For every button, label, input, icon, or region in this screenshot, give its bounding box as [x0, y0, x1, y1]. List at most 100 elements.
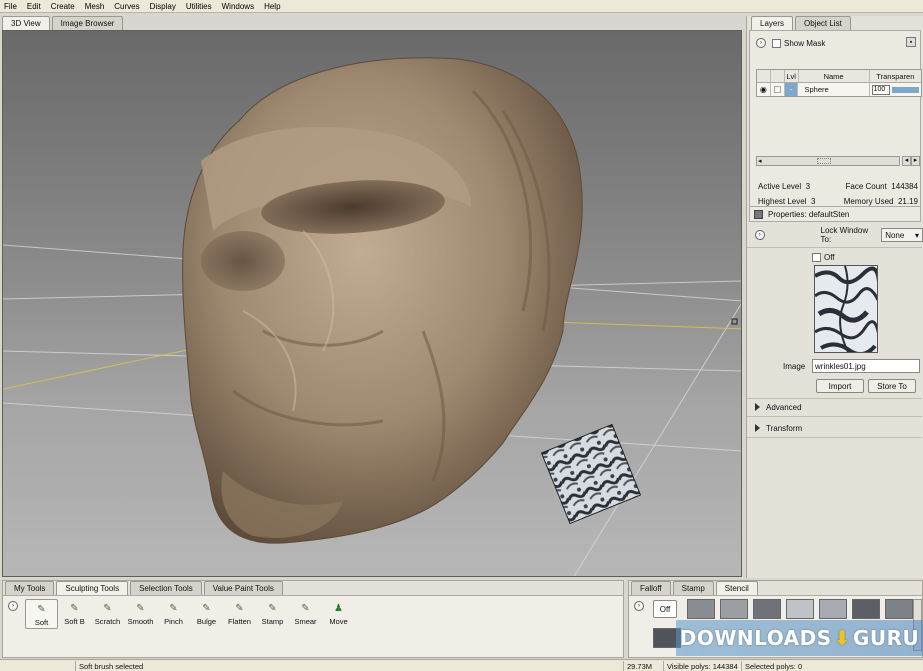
active-level-value: 3 — [805, 182, 811, 191]
tool-shelf: My Tools Sculpting Tools Selection Tools… — [2, 580, 624, 658]
right-panel: Layers Object List › Show Mask ▪ Lvl Nam… — [746, 16, 923, 578]
status-bar: Soft brush selected 29.73M Visible polys… — [0, 659, 923, 671]
tool-shelf-tabs: My Tools Sculpting Tools Selection Tools… — [3, 581, 623, 595]
expand-icon — [755, 403, 760, 411]
transparency-field[interactable]: 100 — [871, 84, 890, 95]
brush-icon: ✎ — [268, 603, 277, 614]
tool-bulge[interactable]: ✎ Bulge — [190, 599, 223, 629]
status-memory: 29.73M — [623, 661, 663, 671]
tool-move[interactable]: ♟ Move — [322, 599, 355, 629]
menu-file[interactable]: File — [4, 2, 17, 11]
tool-scratch[interactable]: ✎ Scratch — [91, 599, 124, 629]
menu-curves[interactable]: Curves — [114, 2, 139, 11]
tool-soft-b[interactable]: ✎ Soft B — [58, 599, 91, 629]
tool-smooth[interactable]: ✎ Smooth — [124, 599, 157, 629]
tool-smear[interactable]: ✎ Smear — [289, 599, 322, 629]
brush-icon: ✎ — [70, 603, 79, 614]
tab-selection-tools[interactable]: Selection Tools — [130, 581, 202, 595]
stencil-thumb[interactable] — [852, 599, 880, 619]
layers-scroll-arrows[interactable]: ◂ ▸ — [902, 156, 920, 166]
transparency-slider[interactable] — [891, 86, 919, 93]
show-mask-checkbox[interactable] — [772, 38, 781, 48]
menu-utilities[interactable]: Utilities — [186, 2, 212, 11]
tab-image-browser[interactable]: Image Browser — [51, 16, 124, 30]
tab-my-tools[interactable]: My Tools — [5, 581, 55, 595]
viewport-scene — [3, 57, 741, 576]
col-transparency[interactable]: Transparen — [870, 70, 921, 82]
stencil-thumb[interactable] — [819, 599, 847, 619]
menu-bar: File Edit Create Mesh Curves Display Uti… — [0, 0, 923, 13]
properties-options-button[interactable]: › — [755, 230, 765, 240]
show-mask-label: Show Mask — [784, 38, 826, 48]
advanced-label: Advanced — [766, 402, 802, 412]
menu-edit[interactable]: Edit — [27, 2, 41, 11]
viewport-tabs: 3D View Image Browser — [2, 16, 125, 30]
table-row[interactable]: ◉ - Sphere 100 — [757, 83, 921, 96]
brush-icon: ✎ — [202, 603, 211, 614]
download-arrow-icon: ⬇ — [833, 626, 851, 650]
tab-falloff[interactable]: Falloff — [631, 581, 671, 595]
tool-pinch[interactable]: ✎ Pinch — [157, 599, 190, 629]
layers-panel: › Show Mask ▪ Lvl Name Transparen ◉ - Sp… — [749, 30, 922, 213]
stencil-thumb[interactable] — [885, 599, 913, 619]
col-lvl[interactable]: Lvl — [785, 70, 799, 82]
stencil-off-checkbox[interactable] — [812, 253, 821, 262]
brush-icon: ✎ — [136, 603, 145, 614]
eye-icon[interactable]: ◉ — [757, 83, 771, 96]
memory-used-value: 21.19 — [897, 197, 918, 206]
lock-icon[interactable]: ▪ — [906, 37, 916, 47]
tab-stencil[interactable]: Stencil — [715, 581, 758, 595]
status-visible-polys: Visible polys: 144384 — [663, 661, 741, 671]
import-button[interactable]: Import — [816, 379, 864, 393]
menu-create[interactable]: Create — [51, 2, 75, 11]
stencil-off-label: Off — [824, 253, 835, 262]
menu-display[interactable]: Display — [150, 2, 176, 11]
layer-name[interactable]: Sphere — [798, 83, 870, 96]
tool-soft[interactable]: ✎ Soft — [25, 599, 58, 629]
sculpt-mesh[interactable] — [182, 57, 583, 544]
stencil-thumb[interactable] — [687, 599, 715, 619]
active-level-label: Active Level — [758, 182, 802, 191]
tool-stamp[interactable]: ✎ Stamp — [256, 599, 289, 629]
lock-toggle-icon[interactable] — [771, 83, 785, 96]
menu-windows[interactable]: Windows — [222, 2, 254, 11]
tab-stamp[interactable]: Stamp — [672, 581, 714, 595]
properties-icon — [754, 209, 763, 219]
menu-help[interactable]: Help — [264, 2, 280, 11]
lock-window-select[interactable]: None ▾ — [881, 228, 923, 242]
stamp-shelf-tabs: Falloff Stamp Stencil — [629, 581, 922, 595]
stencil-thumb[interactable] — [720, 599, 748, 619]
stencil-thumb[interactable] — [786, 599, 814, 619]
status-message: Soft brush selected — [75, 661, 623, 671]
advanced-section[interactable]: Advanced — [753, 400, 923, 414]
tab-sculpting-tools[interactable]: Sculpting Tools — [56, 581, 129, 595]
col-name[interactable]: Name — [799, 70, 870, 82]
tool-flatten[interactable]: ✎ Flatten — [223, 599, 256, 629]
highest-level-value: 3 — [810, 197, 816, 206]
properties-title: Properties: defaultSten — [768, 209, 850, 219]
tab-object-list[interactable]: Object List — [795, 16, 851, 30]
face-count-label: Face Count — [845, 182, 887, 191]
watermark-logo: DOWNLOADS ⬇ GURU — [676, 620, 923, 656]
tab-value-paint-tools[interactable]: Value Paint Tools — [203, 581, 283, 595]
status-selected-polys: Selected polys: 0 — [741, 661, 891, 671]
tool-shelf-options-button[interactable]: › — [8, 601, 18, 611]
brush-icon: ✎ — [235, 603, 244, 614]
layer-level: - — [784, 83, 799, 96]
chevron-down-icon: ▾ — [914, 230, 919, 240]
store-to-button[interactable]: Store To — [868, 379, 916, 393]
menu-mesh[interactable]: Mesh — [85, 2, 105, 11]
stencil-thumb[interactable] — [753, 599, 781, 619]
tab-layers[interactable]: Layers — [751, 16, 794, 30]
brush-icon: ✎ — [103, 603, 112, 614]
image-label: Image — [783, 362, 806, 371]
layers-scrollbar[interactable]: ◂ — [756, 156, 900, 166]
layers-options-button[interactable]: › — [756, 38, 766, 48]
3d-viewport[interactable] — [2, 30, 742, 577]
transform-section[interactable]: Transform — [753, 421, 923, 435]
stencil-thumbnail[interactable] — [814, 265, 878, 353]
stencil-off-button[interactable]: Off — [653, 600, 677, 618]
stamp-options-button[interactable]: › — [634, 601, 644, 611]
tab-3d-view[interactable]: 3D View — [2, 16, 50, 30]
image-field[interactable]: wrinkles01.jpg — [812, 359, 920, 373]
